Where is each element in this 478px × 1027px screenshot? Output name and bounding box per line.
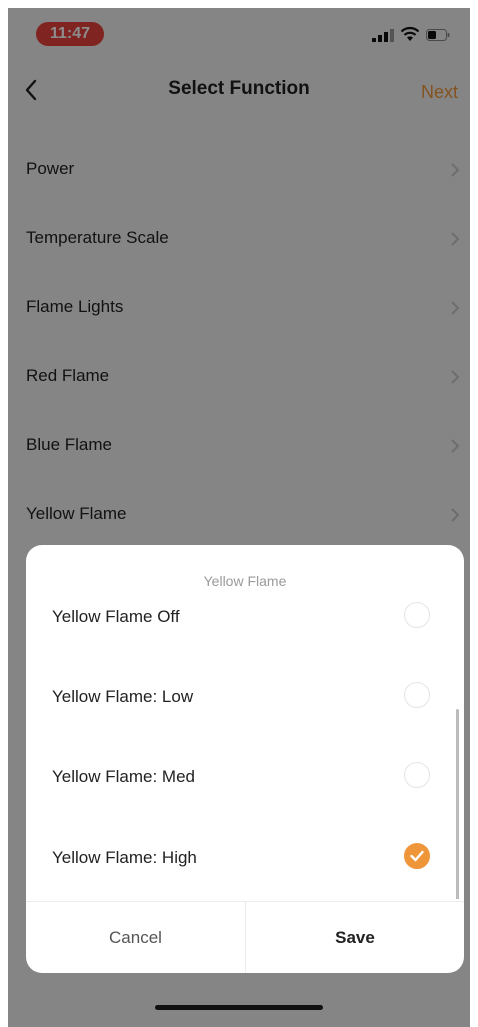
option-sheet: Yellow Flame Yellow Flame Off Yellow Fla… xyxy=(26,545,464,973)
cancel-button[interactable]: Cancel xyxy=(26,902,245,973)
option-list: Yellow Flame Off Yellow Flame: Low Yello… xyxy=(26,599,464,899)
radio-button[interactable] xyxy=(404,682,430,708)
home-indicator xyxy=(155,1005,323,1010)
radio-button[interactable] xyxy=(404,762,430,788)
option-label: Yellow Flame Off xyxy=(52,607,180,626)
radio-button-checked[interactable] xyxy=(404,843,430,869)
checkmark-icon xyxy=(410,850,424,862)
option-label: Yellow Flame: Med xyxy=(52,767,195,786)
save-button[interactable]: Save xyxy=(245,902,464,973)
scrollbar[interactable] xyxy=(456,709,459,899)
option-yellow-flame-med[interactable]: Yellow Flame: Med xyxy=(26,737,464,817)
option-yellow-flame-off[interactable]: Yellow Flame Off xyxy=(26,599,464,657)
sheet-actions: Cancel Save xyxy=(26,901,464,973)
option-yellow-flame-low[interactable]: Yellow Flame: Low xyxy=(26,657,464,737)
option-label: Yellow Flame: Low xyxy=(52,687,194,706)
radio-button[interactable] xyxy=(404,602,430,628)
option-label: Yellow Flame: High xyxy=(52,848,197,867)
screen: 11:47 Select Function Next Power Tempera… xyxy=(8,8,470,1027)
option-yellow-flame-high[interactable]: Yellow Flame: High xyxy=(26,818,464,898)
sheet-title: Yellow Flame xyxy=(203,573,287,589)
